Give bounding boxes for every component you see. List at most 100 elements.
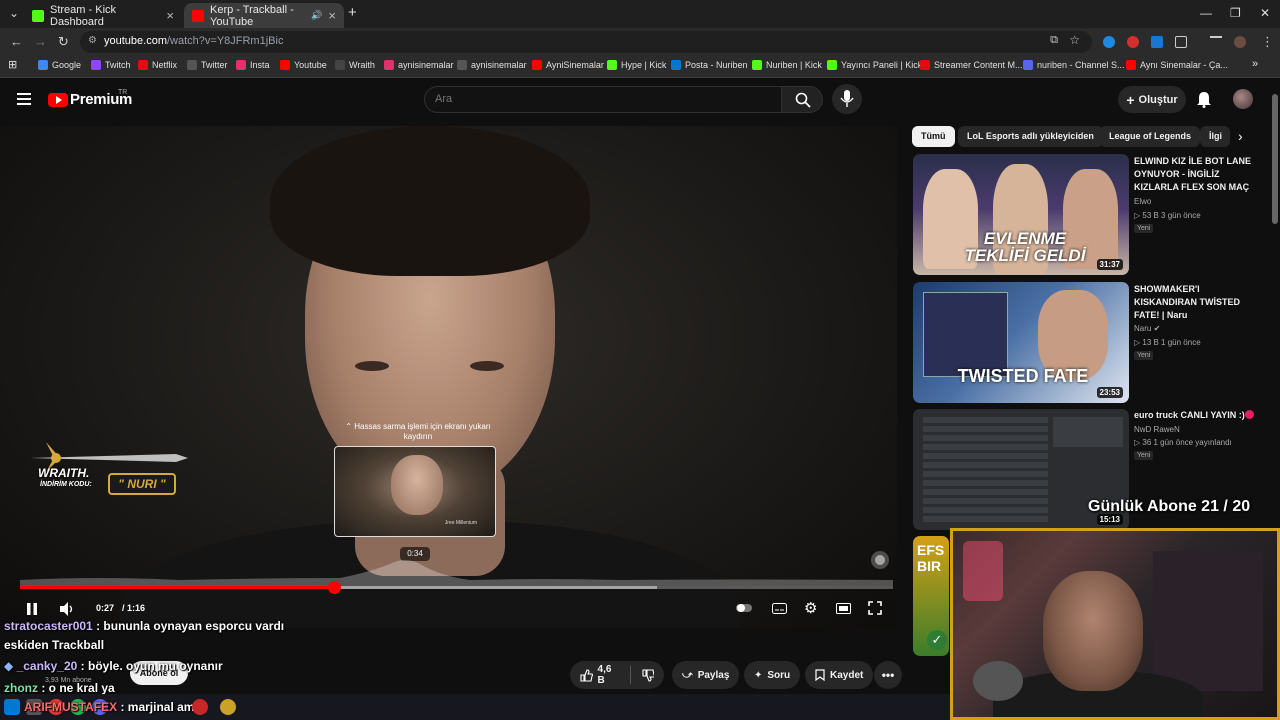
bookmark-star-icon[interactable]: ☆	[1069, 33, 1080, 47]
minimize-icon[interactable]: —	[1200, 6, 1212, 20]
channel-icon	[1023, 60, 1033, 70]
bookmark-aynisinemalar-x[interactable]: aynisinemalar	[457, 60, 527, 70]
chips-next-chevron-icon[interactable]: ›	[1238, 128, 1243, 144]
video-title[interactable]: ELWIND KIZ İLE BOT LANE OYNUYOR - İNGİLİ…	[1134, 155, 1264, 194]
thumb-text-partial: EFS BIR	[917, 542, 945, 574]
save-button[interactable]: Kaydet	[805, 661, 874, 689]
shield-extension-icon[interactable]	[1151, 36, 1163, 48]
twitch-icon	[91, 60, 101, 70]
bookmark-posta[interactable]: Posta - Nuriben	[671, 60, 748, 70]
bookmark-ayni-sinemalar[interactable]: Aynı Sinemalar - Ça...	[1126, 60, 1228, 70]
forward-icon[interactable]: →	[34, 34, 47, 49]
bookmark-twitter[interactable]: Twitter	[187, 60, 228, 70]
autoplay-toggle-icon[interactable]	[736, 602, 752, 617]
extension-icon[interactable]	[1103, 36, 1115, 48]
like-thumb-icon[interactable]	[580, 668, 593, 682]
hamburger-menu-icon[interactable]	[17, 93, 31, 105]
reading-list-icon[interactable]	[1210, 36, 1222, 48]
audio-playing-icon[interactable]: 🔊	[311, 10, 322, 21]
bookmark-label: Youtube	[294, 60, 327, 70]
pause-button[interactable]	[26, 602, 38, 616]
profile-icon[interactable]	[1234, 36, 1246, 48]
recording-taskbar-icon[interactable]	[192, 699, 208, 715]
video-title[interactable]: SHOWMAKER'I KISKANDIRAN TWİSTED FATE! | …	[1134, 283, 1264, 322]
ask-button[interactable]: ✦ Soru	[744, 661, 801, 689]
divider	[629, 666, 631, 684]
bookmark-yayinci-paneli[interactable]: Yayıncı Paneli | Kick	[827, 60, 922, 70]
bookmark-streamer-content[interactable]: Streamer Content M...	[920, 60, 1023, 70]
sparkle-icon: ✦	[754, 669, 763, 681]
theater-mode-icon[interactable]	[836, 603, 851, 614]
bookmark-aynisinemalar-insta[interactable]: aynisinemalar	[384, 60, 454, 70]
account-avatar[interactable]	[1233, 89, 1253, 109]
video-thumbnail[interactable]: EVLENME TEKLİFİ GELDİ 31:37	[913, 154, 1129, 275]
search-box[interactable]	[424, 86, 781, 113]
bookmark-youtube[interactable]: Youtube	[280, 60, 327, 70]
create-button[interactable]: + Oluştur	[1118, 86, 1186, 113]
bookmark-nuriben-kick[interactable]: Nuriben | Kick	[752, 60, 822, 70]
video-channel[interactable]: Elwo	[1134, 197, 1151, 206]
search-input[interactable]	[435, 93, 735, 105]
chip-league-of-legends[interactable]: League of Legends	[1100, 126, 1201, 147]
tab-search-icon[interactable]: ⌄	[9, 6, 19, 20]
close-tab-icon[interactable]: ×	[328, 8, 336, 23]
chip-all[interactable]: Tümü	[912, 126, 955, 147]
bookmark-aynisinemalar-yt[interactable]: AyniSinemalar	[532, 60, 604, 70]
volume-icon[interactable]	[58, 601, 74, 617]
fullscreen-icon[interactable]	[868, 601, 882, 615]
tab-kick-dashboard[interactable]: Stream - Kick Dashboard ×	[24, 3, 182, 28]
maximize-icon[interactable]: ❐	[1230, 6, 1241, 20]
video-channel[interactable]: NwD RaweN	[1134, 425, 1180, 434]
tab-youtube-video[interactable]: Kerp - Trackball - YouTube 🔊 ×	[184, 3, 344, 28]
video-frame-eye	[470, 361, 504, 371]
chip-related[interactable]: İlgi	[1200, 126, 1230, 147]
scrollbar-thumb[interactable]	[1272, 94, 1278, 224]
bookmark-netflix[interactable]: Netflix	[138, 60, 177, 70]
channel-watermark-icon[interactable]	[870, 550, 890, 570]
url-text[interactable]: youtube.com/watch?v=Y8JFRm1jBic	[104, 35, 283, 47]
video-thumbnail-partial[interactable]: EFS BIR ✓	[913, 536, 949, 656]
page-scrollbar[interactable]	[1271, 80, 1280, 528]
reload-icon[interactable]: ↻	[58, 34, 69, 50]
chip-lol-esports[interactable]: LoL Esports adlı yükleyiciden	[958, 126, 1103, 147]
subtitles-icon[interactable]	[772, 603, 787, 614]
voice-search-button[interactable]	[832, 84, 862, 114]
webcam-headphones	[973, 661, 1023, 701]
video-channel[interactable]: Naru ✔	[1134, 324, 1160, 333]
chat-username: ARIFMUSTAFEX	[24, 700, 118, 714]
more-bookmarks-icon[interactable]: »	[1252, 58, 1258, 70]
bookmark-hype-kick[interactable]: Hype | Kick	[607, 60, 666, 70]
install-app-icon[interactable]: ⧉	[1050, 34, 1058, 47]
apps-grid-icon[interactable]: ⊞	[8, 58, 17, 71]
browser-menu-icon[interactable]: ⋮	[1261, 34, 1274, 50]
video-thumbnail[interactable]: TWISTED FATE 23:53	[913, 282, 1129, 403]
youtube-logo-icon[interactable]	[48, 93, 68, 107]
url-host: youtube.com	[104, 35, 167, 47]
bookmark-wraith[interactable]: Wraith	[335, 60, 375, 70]
start-menu-icon[interactable]	[4, 699, 20, 715]
thumb-text: TWISTED FATE	[957, 366, 1089, 386]
search-button[interactable]	[781, 86, 823, 113]
url-path: /watch?v=Y8JFRm1jBic	[166, 35, 284, 47]
new-tab-button[interactable]: +	[348, 4, 357, 21]
bookmark-insta[interactable]: Insta	[236, 60, 270, 70]
site-info-icon[interactable]: ⚙	[88, 35, 97, 46]
bookmark-google[interactable]: Google	[38, 60, 81, 70]
close-tab-icon[interactable]: ×	[166, 8, 174, 23]
bookmark-twitch[interactable]: Twitch	[91, 60, 131, 70]
extensions-puzzle-icon[interactable]	[1175, 36, 1187, 48]
back-icon[interactable]: ←	[10, 34, 23, 49]
dislike-thumb-icon[interactable]	[641, 668, 655, 682]
close-window-icon[interactable]: ✕	[1260, 6, 1270, 20]
settings-gear-icon[interactable]: ⚙	[804, 599, 817, 617]
extension-icon[interactable]	[1127, 36, 1139, 48]
bookmark-channel-settings[interactable]: nuriben - Channel S...	[1023, 60, 1125, 70]
omnibox[interactable]: ⚙ youtube.com/watch?v=Y8JFRm1jBic ⧉ ☆	[80, 31, 1092, 53]
game-taskbar-icon[interactable]	[220, 699, 236, 715]
notifications-bell-icon[interactable]	[1196, 90, 1212, 108]
like-count[interactable]: 4,6 B	[598, 664, 621, 686]
more-actions-button[interactable]: •••	[874, 661, 902, 689]
video-player[interactable]: WRAITH. İNDİRİM KODU: " NURI " ⌃ Hassas …	[0, 126, 897, 628]
microphone-icon	[840, 90, 854, 107]
share-button[interactable]: ⤻ Paylaş	[672, 661, 740, 689]
